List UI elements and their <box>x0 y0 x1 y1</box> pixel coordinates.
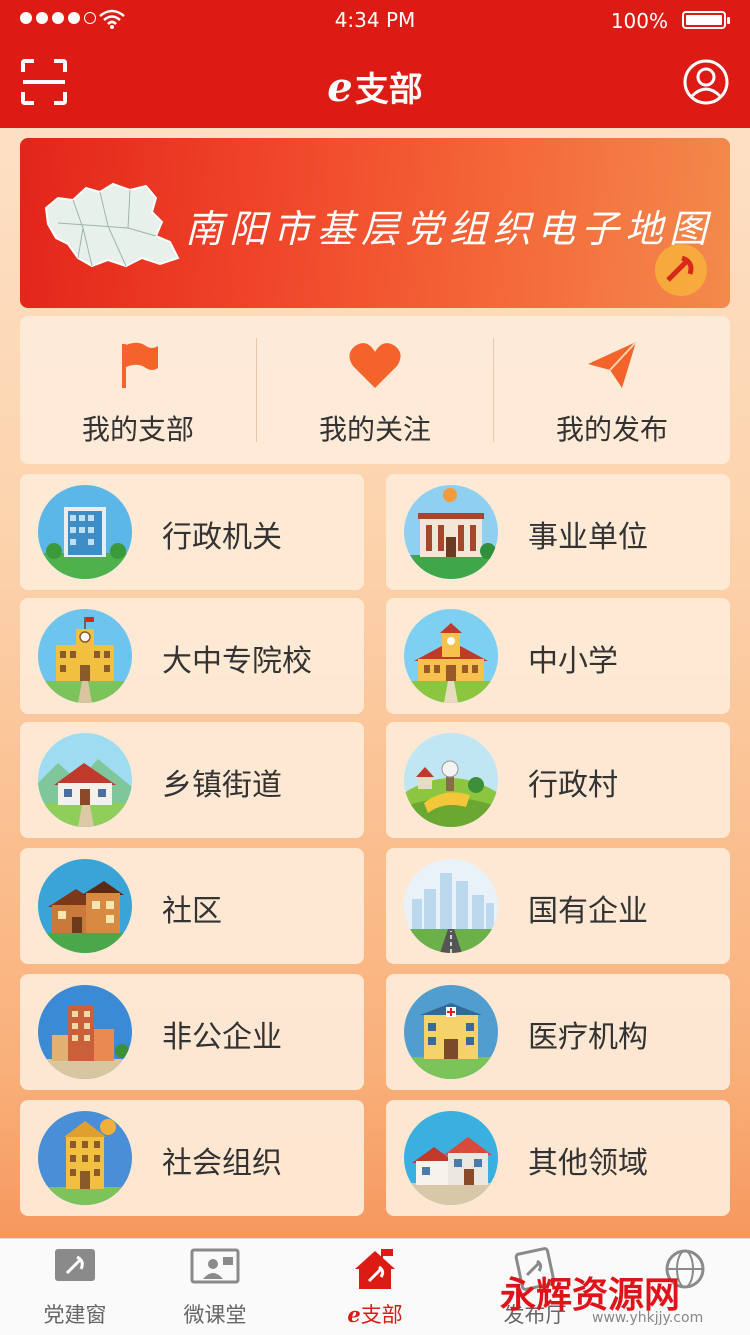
banner-title: 南阳市基层党组织电子地图 <box>185 207 714 251</box>
quick-label: 我的支部 <box>81 413 194 446</box>
paper-plane-icon <box>588 341 637 388</box>
category-label: 行政机关 <box>162 520 282 555</box>
category-label: 其他领域 <box>528 1146 648 1181</box>
tab-micro-class[interactable]: 微课堂 <box>140 1239 290 1335</box>
college-icon <box>38 609 132 703</box>
heart-icon <box>349 343 401 388</box>
page-title: e支部 <box>0 62 750 111</box>
category-label: 乡镇街道 <box>162 768 282 803</box>
map-banner[interactable]: 南阳市基层党组织电子地图 <box>20 138 730 308</box>
title-text: 支部 <box>354 70 423 110</box>
battery-icon <box>682 11 730 29</box>
tab-label: e支部 <box>300 1299 450 1329</box>
party-emblem-icon <box>655 244 707 296</box>
tab-label: 党建窗 <box>43 1303 107 1327</box>
hospital-icon <box>404 985 498 1079</box>
category-card-school[interactable]: 中小学 <box>386 598 730 714</box>
tab-party-window[interactable]: 党建窗 <box>0 1239 150 1335</box>
community-icon <box>38 859 132 953</box>
party-window-icon <box>55 1249 95 1281</box>
town-street-icon <box>38 733 132 827</box>
branch-home-icon <box>355 1249 395 1289</box>
category-card-hospital[interactable]: 医疗机构 <box>386 974 730 1090</box>
watermark-url: www.yhkjjy.com <box>592 1310 704 1326</box>
category-card-social-org[interactable]: 社会组织 <box>20 1100 364 1216</box>
category-card-government[interactable]: 行政机关 <box>20 474 364 590</box>
quick-label: 我的发布 <box>555 413 668 446</box>
category-label: 行政村 <box>528 768 618 803</box>
category-label: 大中专院校 <box>162 644 312 679</box>
user-profile-icon[interactable] <box>682 58 730 106</box>
category-card-institution[interactable]: 事业单位 <box>386 474 730 590</box>
category-card-other[interactable]: 其他领域 <box>386 1100 730 1216</box>
quick-actions: 我的支部 我的关注 我的发布 <box>20 316 730 464</box>
school-icon <box>404 609 498 703</box>
institution-building-icon <box>404 485 498 579</box>
other-field-icon <box>404 1111 498 1205</box>
tab-label: 微课堂 <box>183 1303 247 1327</box>
category-card-community[interactable]: 社区 <box>20 848 364 964</box>
category-card-college[interactable]: 大中专院校 <box>20 598 364 714</box>
tab-text: 支部 <box>360 1303 403 1327</box>
category-label: 社会组织 <box>162 1146 282 1181</box>
nav-bar: e支部 <box>0 40 750 128</box>
private-enterprise-icon <box>38 985 132 1079</box>
quick-label: 我的关注 <box>318 413 431 446</box>
category-card-private-enterprise[interactable]: 非公企业 <box>20 974 364 1090</box>
status-bar: 4:34 PM 100% <box>0 0 750 40</box>
category-label: 非公企业 <box>162 1020 282 1055</box>
title-prefix: e <box>327 64 353 111</box>
village-icon <box>404 733 498 827</box>
tab-branch[interactable]: e支部 <box>300 1239 450 1335</box>
micro-class-icon <box>190 1248 240 1284</box>
category-label: 国有企业 <box>528 894 648 929</box>
quick-my-publish[interactable]: 我的发布 <box>494 316 730 464</box>
state-enterprise-icon <box>404 859 498 953</box>
category-card-state-enterprise[interactable]: 国有企业 <box>386 848 730 964</box>
category-label: 医疗机构 <box>528 1020 648 1055</box>
category-card-town[interactable]: 乡镇街道 <box>20 722 364 838</box>
tab-prefix: e <box>347 1302 361 1327</box>
quick-my-follow[interactable]: 我的关注 <box>257 316 493 464</box>
battery-percent: 100% <box>610 9 668 33</box>
category-card-village[interactable]: 行政村 <box>386 722 730 838</box>
category-label: 事业单位 <box>528 520 648 555</box>
flag-icon <box>122 342 158 388</box>
category-label: 社区 <box>162 894 222 929</box>
social-organization-icon <box>38 1111 132 1205</box>
government-building-icon <box>38 485 132 579</box>
category-label: 中小学 <box>528 644 618 679</box>
nanyang-map-icon <box>44 182 180 268</box>
quick-my-branch[interactable]: 我的支部 <box>20 316 256 464</box>
